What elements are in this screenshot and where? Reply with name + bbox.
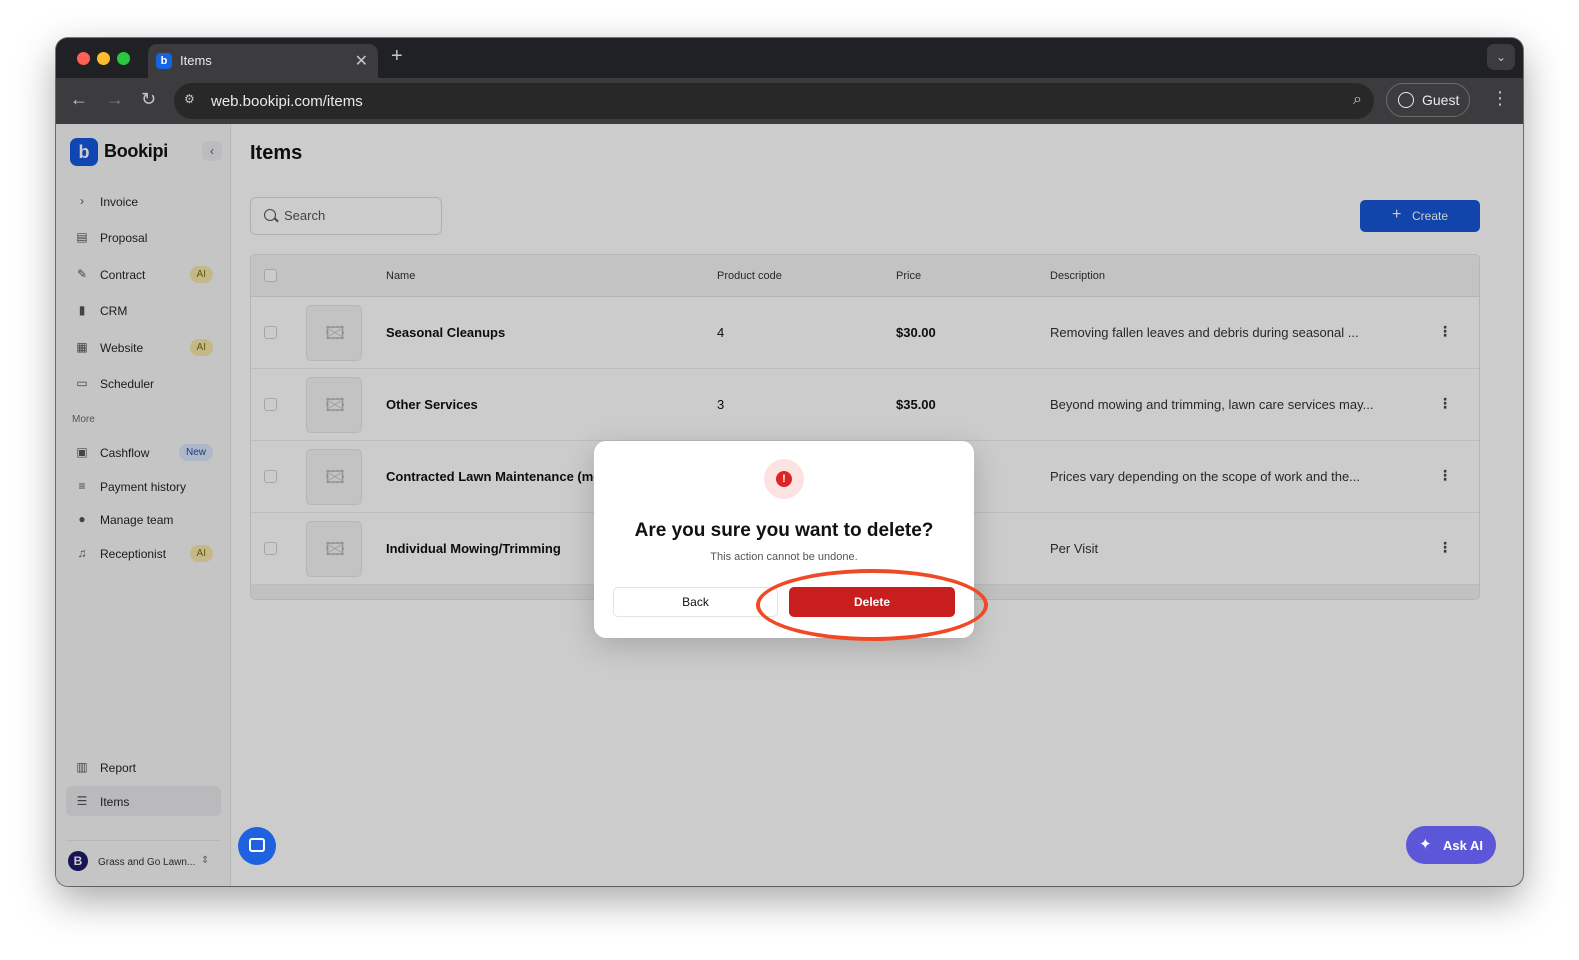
chat-support-button[interactable]	[238, 827, 276, 865]
ask-ai-label: Ask AI	[1443, 838, 1483, 853]
dialog-subtitle: This action cannot be undone.	[710, 551, 858, 563]
close-window-button[interactable]	[77, 52, 90, 65]
delete-confirm-dialog: ! Are you sure you want to delete? This …	[594, 441, 974, 638]
profile-label: Guest	[1422, 92, 1460, 108]
browser-menu-icon[interactable]: ⋮	[1491, 88, 1509, 109]
close-tab-icon[interactable]: ✕	[355, 51, 368, 71]
tab-search-chevron-icon[interactable]: ⌄	[1487, 44, 1515, 70]
new-tab-icon[interactable]: +	[391, 45, 403, 68]
back-button[interactable]: Back	[613, 587, 778, 617]
zoom-icon[interactable]: ⌕	[1353, 91, 1362, 109]
sparkle-icon: ✦	[1419, 836, 1432, 853]
browser-toolbar: ← → ↻ ⚙ web.bookipi.com/items ⌕ Guest ⋮	[56, 78, 1523, 124]
profile-icon	[1398, 92, 1414, 108]
tab-title: Items	[180, 53, 212, 68]
alert-icon: !	[776, 471, 792, 487]
maximize-window-button[interactable]	[117, 52, 130, 65]
reload-icon[interactable]: ↻	[141, 89, 156, 110]
delete-button[interactable]: Delete	[789, 587, 955, 617]
chat-icon	[249, 838, 265, 852]
address-bar[interactable]: ⚙ web.bookipi.com/items ⌕	[174, 83, 1374, 119]
forward-arrow-icon[interactable]: →	[106, 89, 124, 110]
ask-ai-button[interactable]: ✦ Ask AI	[1406, 826, 1496, 864]
browser-window: b Items ✕ + ⌄ ← → ↻ ⚙ web.bookipi.com/it…	[56, 38, 1523, 886]
back-arrow-icon[interactable]: ←	[70, 89, 88, 110]
profile-button[interactable]: Guest	[1386, 83, 1470, 117]
site-settings-icon[interactable]: ⚙	[184, 92, 202, 110]
browser-tab-items[interactable]: b Items ✕	[148, 44, 378, 78]
app-viewport: b Bookipi ‹ › Invoice ▤ Proposal ✎ Contr…	[56, 124, 1523, 886]
bookipi-favicon-icon: b	[156, 53, 172, 69]
tab-strip: b Items ✕ + ⌄	[56, 38, 1523, 78]
warning-icon-wrap: !	[764, 459, 804, 499]
dialog-title: Are you sure you want to delete?	[634, 520, 934, 541]
minimize-window-button[interactable]	[97, 52, 110, 65]
url-text: web.bookipi.com/items	[211, 93, 363, 110]
